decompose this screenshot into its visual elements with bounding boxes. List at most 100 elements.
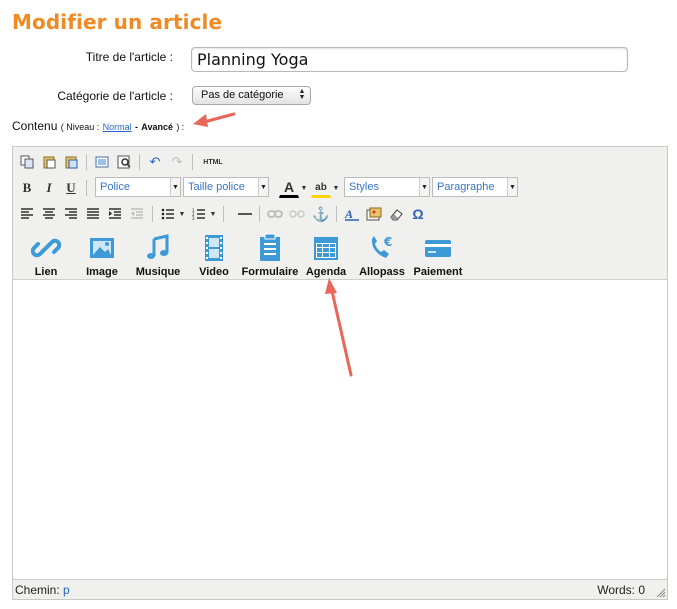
- word-count: Words: 0: [597, 583, 645, 597]
- bold-button[interactable]: B: [17, 178, 37, 198]
- category-select-value: Pas de catégorie: [201, 89, 284, 101]
- text-color-button[interactable]: A: [279, 178, 299, 198]
- special-char-icon[interactable]: Ω: [408, 204, 428, 224]
- paste-word-icon[interactable]: [61, 152, 81, 172]
- italic-button[interactable]: I: [39, 178, 59, 198]
- underline-button[interactable]: U: [61, 178, 81, 198]
- element-path: Chemin: p: [15, 583, 70, 597]
- level-dash: -: [134, 122, 138, 132]
- select-arrows-icon: ▲ ▼: [298, 88, 306, 101]
- category-select[interactable]: Pas de catégorie ▲ ▼: [192, 86, 311, 105]
- big-button-label: Agenda: [305, 266, 347, 278]
- anchor-icon[interactable]: ⚓: [311, 204, 331, 224]
- credit-card-icon: [425, 240, 451, 257]
- chevron-down-icon[interactable]: ▼: [331, 178, 341, 198]
- chevron-down-icon[interactable]: ▼: [299, 178, 309, 198]
- eraser-icon[interactable]: [386, 204, 406, 224]
- align-justify-icon[interactable]: [83, 204, 103, 224]
- font-combo-value: Police: [100, 181, 130, 193]
- html-icon[interactable]: HTML: [198, 152, 228, 172]
- image-icon: [90, 238, 114, 258]
- copy-icon[interactable]: [17, 152, 37, 172]
- category-label: Catégorie de l'article :: [57, 89, 173, 103]
- format-combo[interactable]: Paragraphe ▼: [432, 177, 518, 197]
- big-button-label: Paiement: [413, 266, 463, 278]
- calendar-icon: [314, 237, 338, 260]
- toolbar-separator: [86, 154, 87, 170]
- big-button-label: Formulaire: [241, 266, 299, 278]
- arrow-to-avance-head: [193, 114, 208, 127]
- toolbar-separator: [152, 206, 153, 222]
- link-icon[interactable]: [265, 204, 285, 224]
- align-left-icon[interactable]: [17, 204, 37, 224]
- numbered-list-icon[interactable]: 123: [189, 204, 209, 224]
- svg-text:3: 3: [192, 216, 195, 220]
- toolbar-separator: [86, 180, 87, 196]
- toolbar-separator: [336, 206, 337, 222]
- chevron-down-icon: ▼: [419, 178, 429, 196]
- rich-text-editor: ↶ ↷ HTML B I U Police ▼ Taille police ▼ …: [12, 146, 668, 600]
- level-normal-link[interactable]: Normal: [103, 122, 132, 132]
- big-button-video[interactable]: Video: [184, 233, 244, 279]
- toolbar-separator: [139, 154, 140, 170]
- preview-icon[interactable]: [114, 152, 134, 172]
- font-combo[interactable]: Police ▼: [95, 177, 181, 197]
- editor-statusbar: Chemin: p Words: 0: [13, 579, 667, 599]
- article-title-input[interactable]: [191, 47, 628, 72]
- redo-icon[interactable]: ↷: [167, 152, 187, 172]
- path-label: Chemin:: [15, 583, 60, 597]
- fullscreen-icon[interactable]: [92, 152, 112, 172]
- big-button-agenda[interactable]: Agenda: [296, 233, 356, 279]
- big-button-label: Image: [86, 266, 118, 278]
- insert-image-icon[interactable]: [364, 204, 384, 224]
- clipboard-icon: [260, 233, 280, 261]
- svg-text:A: A: [344, 207, 353, 221]
- editor-toolbar: ↶ ↷ HTML B I U Police ▼ Taille police ▼ …: [13, 147, 667, 280]
- big-button-label: Allopass: [359, 266, 405, 278]
- big-button-label: Lien: [34, 266, 58, 278]
- content-level-line: Contenu ( Niveau : Normal - Avancé ) :: [12, 119, 184, 133]
- undo-icon[interactable]: ↶: [145, 152, 165, 172]
- chevron-down-icon[interactable]: ▼: [208, 204, 218, 224]
- styles-combo-value: Styles: [349, 181, 379, 193]
- styles-combo[interactable]: Styles ▼: [344, 177, 430, 197]
- format-combo-value: Paragraphe: [437, 181, 495, 193]
- big-button-image[interactable]: Image: [72, 233, 132, 279]
- svg-text:€: €: [383, 235, 392, 249]
- page: Modifier un article Titre de l'article :…: [0, 0, 677, 609]
- bullet-list-icon[interactable]: [158, 204, 178, 224]
- unlink-icon[interactable]: [287, 204, 307, 224]
- resize-grip-icon[interactable]: [654, 586, 666, 598]
- level-prefix: ( Niveau :: [60, 122, 100, 132]
- editor-content-area[interactable]: [13, 281, 667, 579]
- music-icon: [147, 234, 169, 259]
- phone-euro-icon: €: [371, 235, 392, 258]
- chevron-down-icon: ▼: [258, 178, 268, 196]
- toolbar-separator: [259, 206, 260, 222]
- level-suffix: ) :: [176, 122, 185, 132]
- chevron-down-icon[interactable]: ▼: [177, 204, 187, 224]
- title-label: Titre de l'article :: [85, 50, 173, 64]
- toolbar-separator: [223, 206, 224, 222]
- level-avance: Avancé: [141, 122, 173, 132]
- horizontal-rule-icon[interactable]: [235, 204, 255, 224]
- big-button-formulaire[interactable]: Formulaire: [240, 233, 300, 279]
- film-icon: [205, 235, 223, 261]
- font-size-combo[interactable]: Taille police ▼: [183, 177, 269, 197]
- align-right-icon[interactable]: [61, 204, 81, 224]
- highlight-color-button[interactable]: ab: [311, 178, 331, 198]
- big-button-paiement[interactable]: Paiement: [408, 233, 468, 279]
- path-element-link[interactable]: p: [63, 583, 70, 597]
- align-center-icon[interactable]: [39, 204, 59, 224]
- big-button-allopass[interactable]: € Allopass: [352, 233, 412, 279]
- chevron-down-icon: ▼: [170, 178, 180, 196]
- big-button-lien[interactable]: Lien: [16, 233, 76, 279]
- toolbar-separator: [192, 154, 193, 170]
- outdent-icon[interactable]: [127, 204, 147, 224]
- paste-icon[interactable]: [39, 152, 59, 172]
- remove-format-icon[interactable]: A: [342, 204, 362, 224]
- indent-icon[interactable]: [105, 204, 125, 224]
- big-button-musique[interactable]: Musique: [128, 233, 188, 279]
- chevron-down-icon: ▼: [507, 178, 517, 196]
- content-label: Contenu: [12, 119, 58, 133]
